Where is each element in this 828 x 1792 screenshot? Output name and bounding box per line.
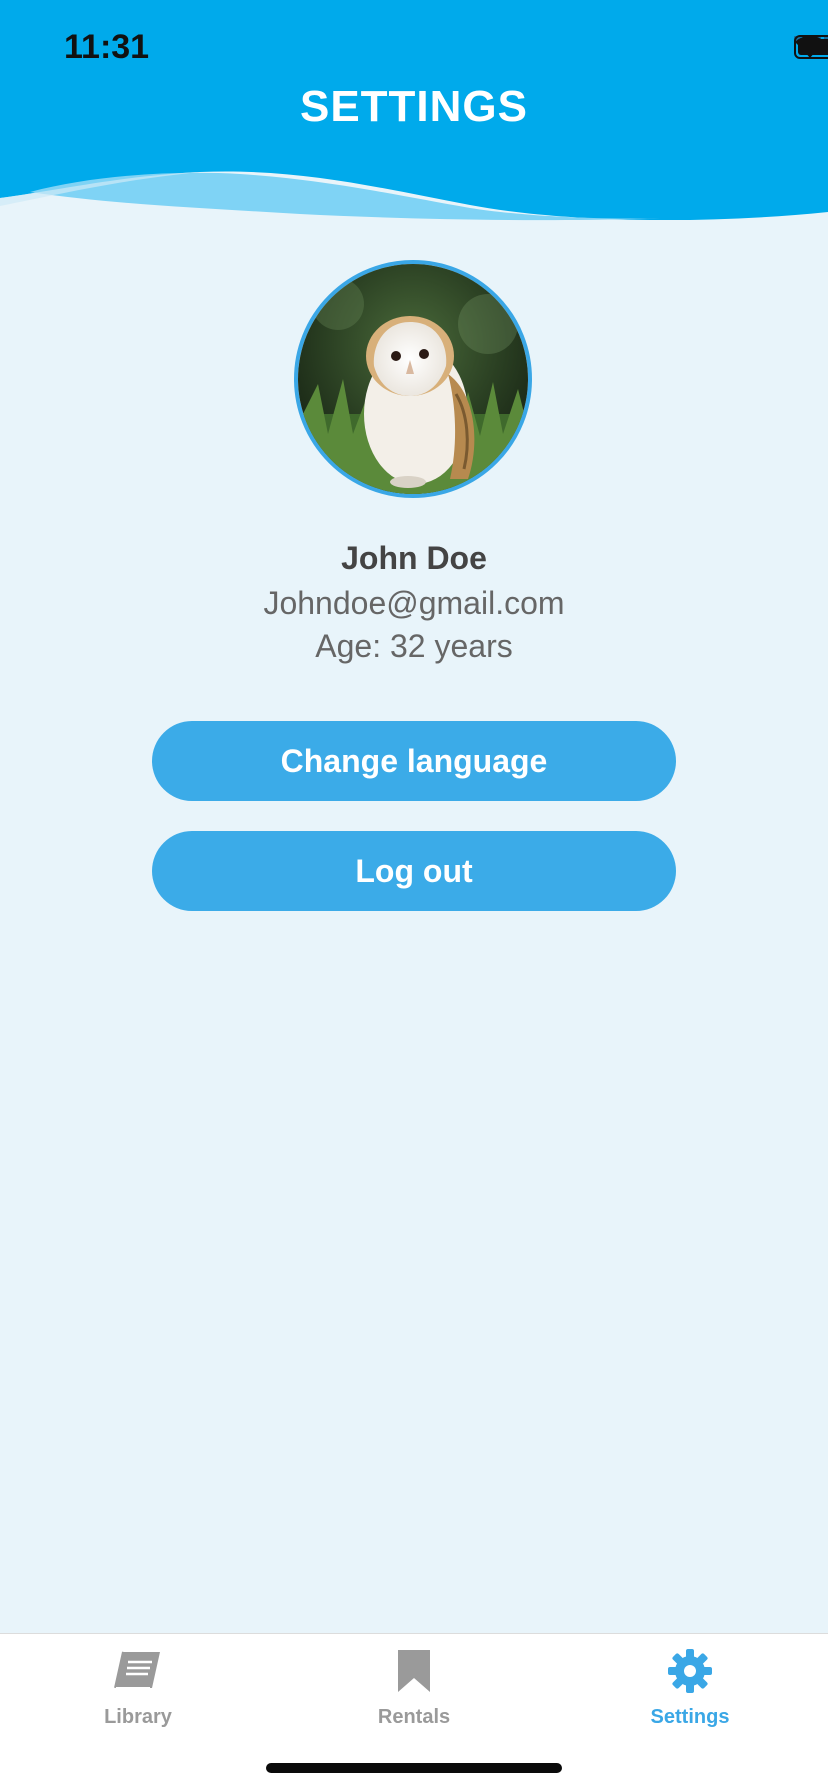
gear-icon [667, 1646, 713, 1696]
bookmark-icon [394, 1646, 434, 1696]
tab-label-settings: Settings [650, 1706, 730, 1728]
status-time: 11:31 [64, 28, 150, 66]
home-indicator [266, 1763, 562, 1773]
battery-icon [794, 35, 828, 59]
header: 11:31 SETTINGS [0, 0, 828, 230]
tab-settings[interactable]: Settings [552, 1634, 828, 1744]
profile-age: Age: 32 years [315, 628, 513, 664]
profile-email: Johndoe@gmail.com [263, 585, 565, 621]
avatar [294, 260, 532, 498]
profile-name: John Doe [341, 540, 487, 576]
owl-photo [298, 264, 528, 494]
page-title: SETTINGS [299, 82, 529, 131]
tab-label-library: Library [104, 1706, 172, 1728]
book-icon [112, 1646, 164, 1696]
log-out-button[interactable]: Log out [152, 831, 676, 911]
change-language-button[interactable]: Change language [152, 721, 676, 801]
tab-label-rentals: Rentals [377, 1706, 451, 1728]
tab-library[interactable]: Library [0, 1634, 276, 1744]
tab-rentals[interactable]: Rentals [276, 1634, 552, 1744]
